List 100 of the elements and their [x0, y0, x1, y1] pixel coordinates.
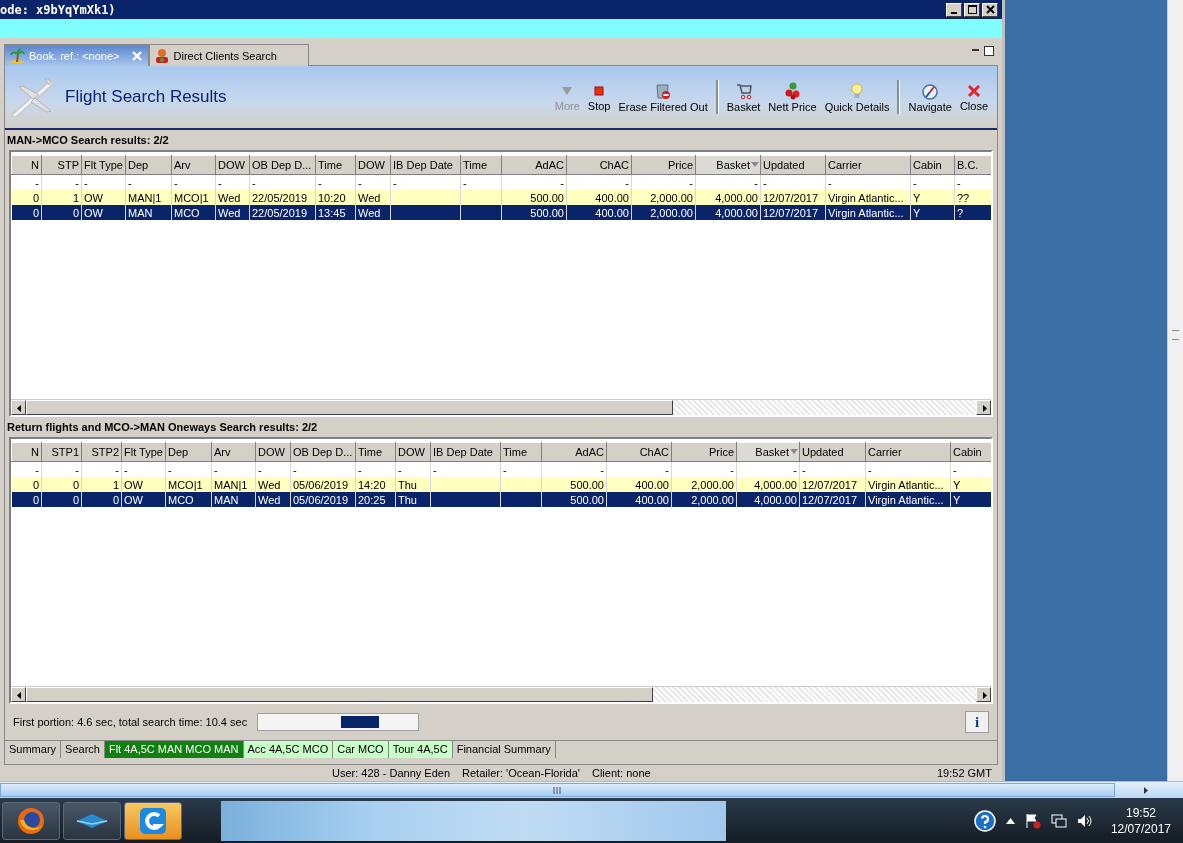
- filter-cell[interactable]: -: [689, 176, 693, 189]
- filter-cell[interactable]: -: [868, 463, 872, 476]
- component-tab[interactable]: Acc 4A,5C MCO: [243, 741, 334, 758]
- close-button[interactable]: [982, 2, 998, 17]
- filter-cell[interactable]: -: [560, 176, 564, 189]
- info-button[interactable]: i: [965, 711, 989, 733]
- filter-cell[interactable]: -: [957, 176, 961, 189]
- column-header[interactable]: AdAC: [501, 155, 567, 175]
- filter-cell[interactable]: -: [953, 463, 957, 476]
- horizontal-scrollbar[interactable]: [11, 399, 991, 415]
- toolbar-button[interactable]: Close: [956, 80, 991, 114]
- close-icon[interactable]: [131, 50, 142, 61]
- filter-cell[interactable]: -: [84, 176, 88, 189]
- filter-cell[interactable]: -: [828, 176, 832, 189]
- column-header[interactable]: Updated: [760, 155, 826, 175]
- vertical-scrollbar[interactable]: [1167, 0, 1183, 781]
- filter-row[interactable]: - - - - - - - - - - - - - - - - - - -: [11, 174, 991, 190]
- column-header[interactable]: Time: [460, 155, 502, 175]
- column-header[interactable]: Updated: [799, 442, 866, 462]
- minimize-button[interactable]: [946, 2, 962, 17]
- filter-cell[interactable]: -: [503, 463, 507, 476]
- network-icon[interactable]: [1050, 812, 1067, 829]
- filter-cell[interactable]: -: [75, 176, 79, 189]
- column-header[interactable]: Arv: [211, 442, 256, 462]
- filter-cell[interactable]: -: [913, 176, 917, 189]
- toolbar-button[interactable]: Quick Details: [821, 79, 893, 115]
- column-header[interactable]: DOW: [355, 155, 391, 175]
- column-header[interactable]: Basket: [695, 155, 761, 175]
- column-header[interactable]: DOW: [395, 442, 431, 462]
- filter-cell[interactable]: -: [600, 463, 604, 476]
- column-header[interactable]: Carrier: [825, 155, 911, 175]
- filter-cell[interactable]: -: [293, 463, 297, 476]
- filter-cell[interactable]: -: [358, 463, 362, 476]
- component-tab[interactable]: Tour 4A,5C: [388, 741, 453, 758]
- column-header[interactable]: Cabin: [910, 155, 955, 175]
- result-row[interactable]: 0 1 OW MAN|1 MCO|1 Wed 22/05/2019 10:20 Wed 500.00 400.00 2,000.00 4,000.00 12/07/2017 Virgin Atlantic... Y ??: [11, 190, 991, 205]
- column-header[interactable]: Basket: [736, 442, 800, 462]
- scroll-left-icon[interactable]: [11, 687, 26, 702]
- filter-cell[interactable]: -: [802, 463, 806, 476]
- flag-icon[interactable]: [1024, 812, 1041, 829]
- column-header[interactable]: OB Dep D...: [290, 442, 356, 462]
- taskbar-app-button[interactable]: [2, 801, 60, 840]
- toolbar-button[interactable]: Basket: [723, 79, 764, 115]
- column-header[interactable]: STP2: [81, 442, 122, 462]
- taskbar-app-button[interactable]: [63, 801, 121, 840]
- scroll-right-icon[interactable]: [976, 687, 991, 702]
- column-header[interactable]: Price: [631, 155, 696, 175]
- column-header[interactable]: Flt Type: [81, 155, 126, 175]
- column-header[interactable]: N: [11, 442, 42, 462]
- filter-cell[interactable]: -: [318, 176, 322, 189]
- filter-cell[interactable]: -: [218, 176, 222, 189]
- filter-cell[interactable]: -: [463, 176, 467, 189]
- component-tab[interactable]: Car MCO: [333, 741, 389, 758]
- filter-cell[interactable]: -: [168, 463, 172, 476]
- column-header[interactable]: IB Dep Date: [390, 155, 461, 175]
- column-header[interactable]: AdAC: [541, 442, 607, 462]
- filter-cell[interactable]: -: [252, 176, 256, 189]
- scroll-right-icon[interactable]: [976, 400, 991, 415]
- filter-cell[interactable]: -: [433, 463, 437, 476]
- filter-row[interactable]: - - - - - - - - - - - - - - - - - - -: [11, 461, 991, 477]
- help-icon[interactable]: [973, 809, 996, 832]
- filter-cell[interactable]: -: [358, 176, 362, 189]
- scroll-left-icon[interactable]: [11, 400, 26, 415]
- toolbar-button[interactable]: Navigate: [905, 79, 955, 115]
- filter-cell[interactable]: -: [75, 463, 79, 476]
- column-header[interactable]: Cabin: [950, 442, 991, 462]
- editor-tab[interactable]: Direct Clients Search: [148, 44, 309, 66]
- filter-cell[interactable]: -: [35, 176, 39, 189]
- filter-cell[interactable]: -: [625, 176, 629, 189]
- column-header[interactable]: Time: [315, 155, 356, 175]
- column-header[interactable]: Carrier: [865, 442, 951, 462]
- filter-cell[interactable]: -: [35, 463, 39, 476]
- maximize-icon[interactable]: [984, 46, 994, 56]
- column-header[interactable]: ChAC: [566, 155, 632, 175]
- horizontal-scrollbar[interactable]: [0, 781, 1183, 798]
- filter-cell[interactable]: -: [793, 463, 797, 476]
- column-header[interactable]: ChAC: [606, 442, 672, 462]
- column-header[interactable]: STP: [41, 155, 82, 175]
- filter-cell[interactable]: -: [115, 463, 119, 476]
- maximize-button[interactable]: [964, 2, 980, 17]
- column-header[interactable]: Flt Type: [121, 442, 166, 462]
- column-header[interactable]: Time: [500, 442, 542, 462]
- clock-time[interactable]: 19:52: [1125, 804, 1156, 821]
- column-header[interactable]: Price: [671, 442, 737, 462]
- filter-cell[interactable]: -: [258, 463, 262, 476]
- caret-up-icon[interactable]: [1005, 817, 1015, 824]
- filter-cell[interactable]: -: [214, 463, 218, 476]
- filter-cell[interactable]: -: [398, 463, 402, 476]
- filter-cell[interactable]: -: [754, 176, 758, 189]
- taskbar-app-button[interactable]: [124, 801, 182, 840]
- filter-cell[interactable]: -: [665, 463, 669, 476]
- horizontal-scrollbar[interactable]: [11, 686, 991, 702]
- filter-cell[interactable]: -: [174, 176, 178, 189]
- column-header[interactable]: STP1: [41, 442, 82, 462]
- toolbar-button[interactable]: Stop: [584, 80, 614, 114]
- result-row[interactable]: 0 0 1 OW MCO|1 MAN|1 Wed 05/06/2019 14:20 Thu 500.00 400.00 2,000.00 4,000.00 12/07/2017 Virgin Atlantic... Y: [11, 477, 991, 492]
- filter-cell[interactable]: -: [393, 176, 397, 189]
- column-header[interactable]: DOW: [215, 155, 250, 175]
- result-row[interactable]: 0 0 OW MAN MCO Wed 22/05/2019 13:45 Wed 500.00 400.00 2,000.00 4,000.00 12/07/2017 Virgin Atlantic... Y ?: [11, 205, 991, 220]
- scrollbar-thumb[interactable]: [26, 400, 673, 415]
